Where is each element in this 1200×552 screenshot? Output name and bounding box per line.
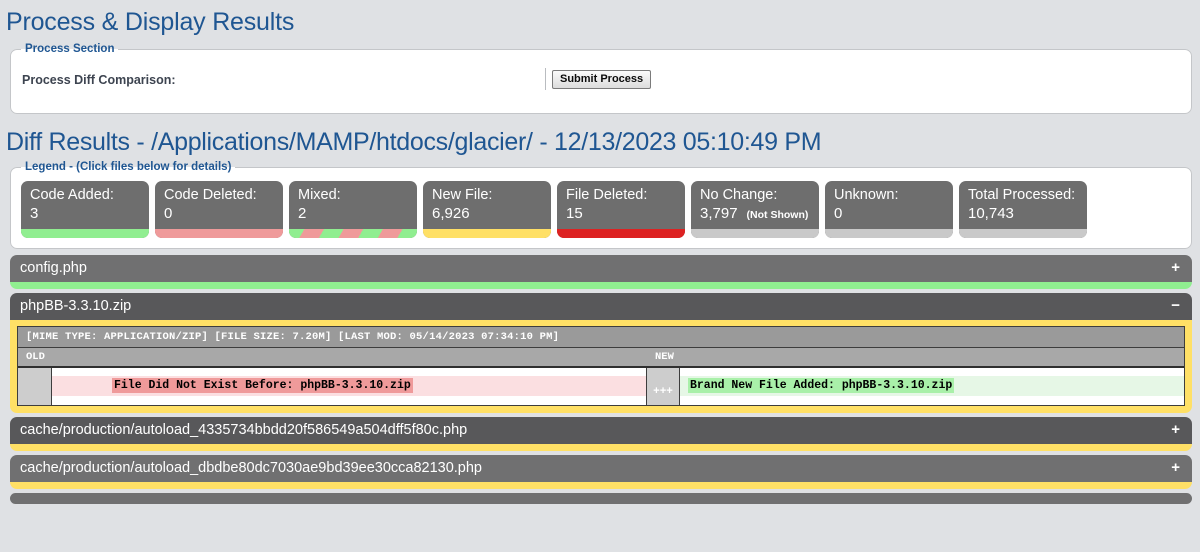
diff-inner: [MIME TYPE: APPLICATION/ZIP] [FILE SIZE:… (17, 326, 1185, 406)
process-diff-label: Process Diff Comparison: (22, 73, 176, 87)
stat-box-unknown: Unknown: 0 (825, 181, 953, 238)
diff-body: File Did Not Exist Before: phpBB-3.3.10.… (18, 368, 1184, 405)
diff-column-headers: OLD NEW (18, 348, 1184, 368)
diff-new-header: NEW (655, 351, 674, 363)
file-row-header[interactable]: cache/production/autoload_dbdbe80dc7030a… (10, 455, 1192, 482)
diff-detail-panel: [MIME TYPE: APPLICATION/ZIP] [FILE SIZE:… (10, 320, 1192, 413)
diff-line-added: Brand New File Added: phpBB-3.3.10.zip (680, 376, 1184, 396)
process-section-fieldset: Process Section Process Diff Comparison:… (10, 43, 1192, 114)
file-row-autoload-4335734[interactable]: cache/production/autoload_4335734bbdd20f… (10, 417, 1192, 451)
stat-value: 3,797 (700, 205, 738, 222)
stat-value: 3 (30, 205, 39, 222)
stat-value: 15 (566, 205, 583, 222)
diff-old-pane: File Did Not Exist Before: phpBB-3.3.10.… (52, 368, 646, 405)
diff-new-text: Brand New File Added: phpBB-3.3.10.zip (688, 378, 955, 393)
diff-new-pane: Brand New File Added: phpBB-3.3.10.zip (680, 368, 1184, 405)
submit-button-wrap: Submit Process (545, 68, 652, 90)
expand-plus-icon[interactable]: + (1171, 422, 1180, 437)
stat-value: 0 (834, 205, 843, 222)
diff-meta-bar: [MIME TYPE: APPLICATION/ZIP] [FILE SIZE:… (18, 327, 1184, 348)
file-status-bar-yellow (10, 482, 1192, 489)
stat-box-code-deleted: Code Deleted: 0 (155, 181, 283, 238)
diff-old-text: File Did Not Exist Before: phpBB-3.3.10.… (112, 378, 413, 393)
diff-old-gutter (18, 368, 52, 405)
diff-old-header: OLD (26, 351, 45, 363)
legend-fieldset: Legend - (Click files below for details)… (10, 161, 1192, 249)
file-row-partial-next[interactable] (10, 493, 1192, 504)
stat-value: 2 (298, 205, 307, 222)
process-section-band: Process & Display Results Process Sectio… (0, 0, 1200, 114)
stat-label: Code Deleted: (164, 187, 257, 203)
file-list: config.php + phpBB-3.3.10.zip − [MIME TY… (0, 249, 1200, 504)
stat-box-total-processed: Total Processed: 10,743 (959, 181, 1087, 238)
expand-plus-icon[interactable]: + (1171, 460, 1180, 475)
file-status-bar-green (10, 282, 1192, 289)
stat-label: File Deleted: (566, 187, 648, 203)
diff-line-deleted: File Did Not Exist Before: phpBB-3.3.10.… (52, 376, 646, 396)
file-row-autoload-dbdbe80[interactable]: cache/production/autoload_dbdbe80dc7030a… (10, 455, 1192, 489)
stat-box-no-change: No Change: 3,797 (Not Shown) (691, 181, 819, 238)
stat-label: Code Added: (30, 187, 114, 203)
stat-label: Total Processed: (968, 187, 1076, 203)
file-row-header[interactable]: phpBB-3.3.10.zip − (10, 293, 1192, 320)
stat-value: 10,743 (968, 205, 1014, 222)
stat-box-code-added: Code Added: 3 (21, 181, 149, 238)
diff-center-gutter: +++ (646, 368, 680, 405)
stat-color-bar-mixed (289, 229, 417, 238)
file-name: phpBB-3.3.10.zip (20, 298, 132, 314)
stat-box-new-file: New File: 6,926 (423, 181, 551, 238)
file-row-config-php[interactable]: config.php + (10, 255, 1192, 289)
file-status-bar-yellow (10, 444, 1192, 451)
stat-color-bar-red (557, 229, 685, 238)
page-title: Process & Display Results (6, 8, 295, 36)
stat-note: (Not Shown) (746, 209, 809, 221)
file-row-header[interactable]: config.php + (10, 255, 1192, 282)
stat-label: No Change: (700, 187, 778, 203)
legend-stat-boxes: Code Added: 3 Code Deleted: 0 Mixed: 2 N… (11, 173, 1191, 238)
stat-label: Unknown: (834, 187, 899, 203)
stat-value: 6,926 (432, 205, 470, 222)
collapse-minus-icon[interactable]: − (1171, 298, 1180, 313)
process-section-legend: Process Section (25, 43, 115, 55)
results-title: Diff Results - /Applications/MAMP/htdocs… (6, 128, 822, 156)
stat-color-bar-green (21, 229, 149, 238)
stat-color-bar-gray (691, 229, 819, 238)
file-name: cache/production/autoload_dbdbe80dc7030a… (20, 460, 482, 476)
stat-color-bar-gray (825, 229, 953, 238)
stat-value: 0 (164, 205, 173, 222)
stat-label: New File: (432, 187, 493, 203)
stat-box-mixed: Mixed: 2 (289, 181, 417, 238)
file-row-phpbb-zip[interactable]: phpBB-3.3.10.zip − [MIME TYPE: APPLICATI… (10, 293, 1192, 413)
stat-color-bar-yellow (423, 229, 551, 238)
file-name: cache/production/autoload_4335734bbdd20f… (20, 422, 468, 438)
file-row-header[interactable] (10, 493, 1192, 504)
stat-color-bar-gray (959, 229, 1087, 238)
file-row-header[interactable]: cache/production/autoload_4335734bbdd20f… (10, 417, 1192, 444)
file-name: config.php (20, 260, 87, 276)
stat-label: Mixed: (298, 187, 341, 203)
stat-box-file-deleted: File Deleted: 15 (557, 181, 685, 238)
submit-process-button[interactable]: Submit Process (552, 69, 652, 89)
expand-plus-icon[interactable]: + (1171, 260, 1180, 275)
stat-color-bar-salmon (155, 229, 283, 238)
process-form-row: Process Diff Comparison: Submit Process (11, 55, 1191, 113)
legend-caption: Legend - (Click files below for details) (25, 161, 232, 173)
